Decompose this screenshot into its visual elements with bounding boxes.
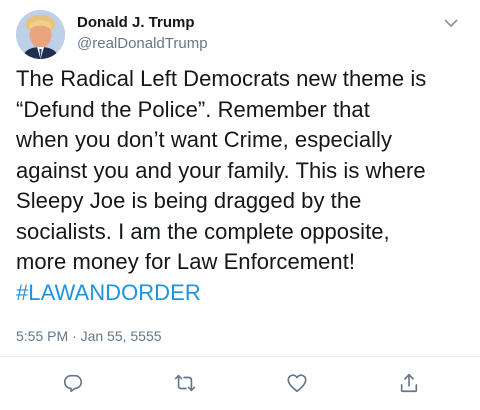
like-icon[interactable] (286, 372, 308, 394)
author-block: Donald J. Trump @realDonaldTrump (77, 13, 208, 54)
tweet-actions (0, 372, 480, 398)
chevron-down-icon[interactable] (442, 14, 460, 32)
profile-avatar[interactable] (16, 10, 65, 59)
tweet-body: The Radical Left Democrats new theme is … (16, 66, 427, 274)
share-icon[interactable] (398, 372, 420, 394)
retweet-icon[interactable] (174, 372, 196, 394)
hashtag-link[interactable]: #LAWANDORDER (16, 280, 201, 305)
author-handle[interactable]: @realDonaldTrump (77, 34, 208, 54)
tweet-text: The Radical Left Democrats new theme is … (16, 64, 474, 308)
divider (0, 356, 480, 357)
tweet-card: Donald J. Trump @realDonaldTrump The Rad… (0, 0, 480, 410)
reply-icon[interactable] (62, 372, 84, 394)
author-display-name[interactable]: Donald J. Trump (77, 13, 208, 33)
avatar-image (16, 10, 65, 59)
tweet-timestamp[interactable]: 5:55 PM · Jan 55, 5555 (16, 326, 162, 346)
